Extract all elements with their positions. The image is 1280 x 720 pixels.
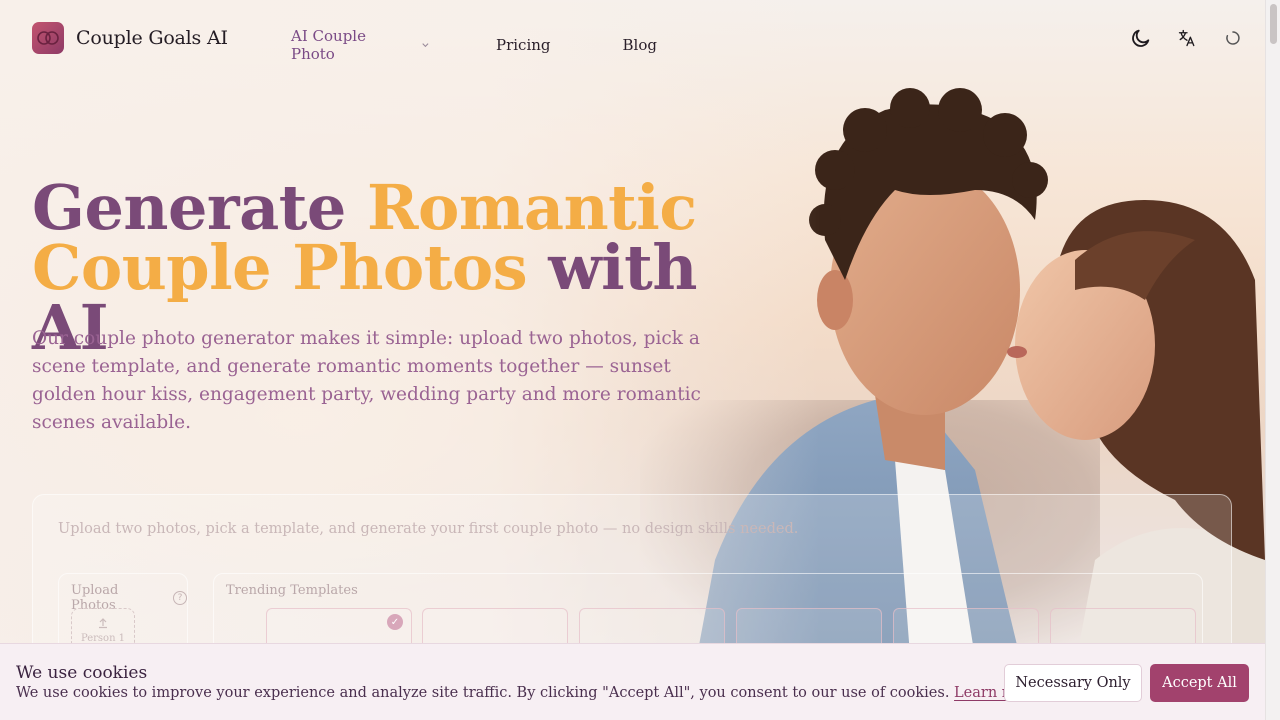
check-icon: ✓ bbox=[387, 614, 403, 630]
hero-subheading: Our couple photo generator makes it simp… bbox=[32, 328, 701, 433]
nav-ai-couple-photo[interactable]: AI Couple Photo bbox=[291, 27, 431, 63]
loading-spinner-icon bbox=[1221, 26, 1245, 50]
cookie-title: We use cookies bbox=[16, 663, 148, 683]
upload-icon bbox=[99, 618, 107, 629]
header-actions bbox=[1129, 26, 1245, 50]
cookie-text-line: We use cookies to improve your experienc… bbox=[16, 685, 1040, 701]
brand-name: Couple Goals AI bbox=[76, 27, 228, 49]
site-header: Couple Goals AI AI Couple Photo Pricing … bbox=[0, 0, 1265, 76]
scrollbar-thumb[interactable] bbox=[1270, 4, 1277, 44]
main-nav: AI Couple Photo Pricing Blog bbox=[291, 27, 657, 63]
nav-blog[interactable]: Blog bbox=[623, 36, 657, 54]
translate-icon[interactable] bbox=[1175, 26, 1199, 50]
logo-heart-icon bbox=[32, 22, 64, 54]
cookie-message: We use cookies to improve your experienc… bbox=[16, 685, 950, 701]
necessary-only-button[interactable]: Necessary Only bbox=[1004, 664, 1142, 702]
nav-pricing-label: Pricing bbox=[496, 36, 551, 54]
nav-blog-label: Blog bbox=[622, 36, 657, 54]
trending-templates-title: Trending Templates bbox=[226, 583, 358, 598]
brand-logo[interactable]: Couple Goals AI bbox=[32, 22, 228, 54]
nav-ai-couple-photo-label: AI Couple Photo bbox=[291, 27, 366, 63]
generator-intro: Upload two photos, pick a template, and … bbox=[58, 521, 799, 537]
help-icon[interactable]: ? bbox=[173, 591, 187, 605]
moon-icon[interactable] bbox=[1129, 26, 1153, 50]
nav-pricing[interactable]: Pricing bbox=[496, 36, 551, 54]
page-scrollbar[interactable] bbox=[1265, 0, 1280, 720]
cookie-banner: We use cookies We use cookies to improve… bbox=[0, 643, 1265, 720]
chevron-down-icon bbox=[422, 43, 429, 48]
accept-all-button[interactable]: Accept All bbox=[1150, 664, 1249, 702]
